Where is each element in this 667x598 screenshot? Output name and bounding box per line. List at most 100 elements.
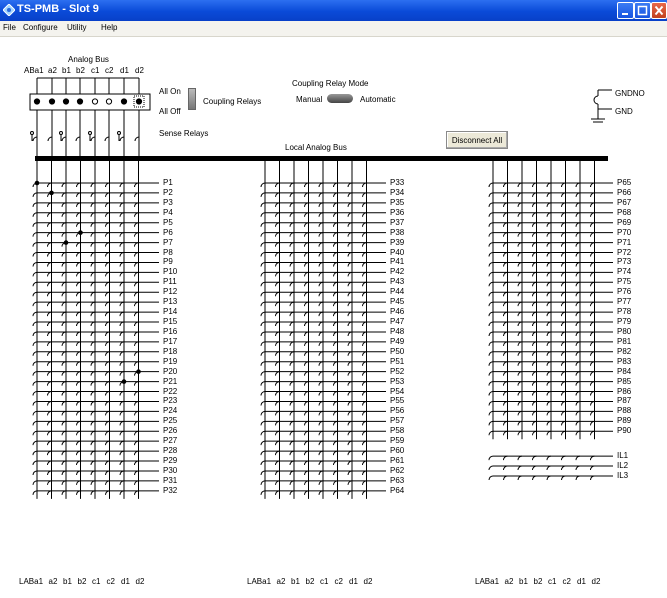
- disconnect-all-button[interactable]: Disconnect All: [446, 131, 508, 149]
- crosspoint-relay: [532, 271, 537, 277]
- menu-help[interactable]: Help: [101, 23, 117, 32]
- crosspoint-relay: [76, 351, 81, 356]
- crosspoint-relay: [517, 381, 523, 386]
- il-relay: [532, 455, 537, 461]
- pin-label: P34: [390, 187, 405, 197]
- crosspoint-relay: [61, 361, 67, 366]
- minimize-button[interactable]: [617, 2, 634, 19]
- crosspoint-relay: [76, 341, 81, 346]
- crosspoint-relay: [32, 430, 38, 436]
- crosspoint-relay: [362, 202, 367, 207]
- crosspoint-relay: [289, 490, 295, 495]
- crosspoint-relay: [76, 490, 81, 495]
- crosspoint-relay: [304, 430, 309, 436]
- coupling-relay[interactable]: [33, 98, 41, 105]
- crosspoint-relay: [532, 410, 537, 416]
- crosspoint-relay: [546, 281, 552, 287]
- crosspoint-relay: [561, 430, 566, 436]
- relay-mode-toggle[interactable]: [327, 94, 353, 103]
- crosspoint-relay: [488, 222, 494, 227]
- window-title: TS-PMB - Slot 9: [17, 3, 99, 15]
- il-relay: [517, 475, 523, 481]
- closed-relay-dot[interactable]: [121, 379, 127, 384]
- coupling-relay-box: [29, 93, 151, 111]
- crosspoint-relay: [119, 252, 125, 257]
- pin-label: P26: [163, 426, 178, 436]
- crosspoint-relay: [347, 212, 353, 217]
- il-relay: [503, 455, 508, 461]
- crosspoint-relay: [134, 271, 139, 277]
- crosspoint-relay: [76, 410, 81, 416]
- crosspoint-relay: [318, 341, 324, 346]
- coupling-relay[interactable]: [62, 98, 70, 105]
- closed-relay-dot[interactable]: [136, 369, 141, 374]
- coupling-toggle-switch[interactable]: [188, 88, 196, 110]
- crosspoint-relay: [304, 252, 309, 257]
- crosspoint-relay: [47, 291, 52, 297]
- crosspoint-relay: [318, 470, 324, 476]
- crosspoint-relay: [517, 271, 523, 277]
- close-button[interactable]: [651, 2, 667, 19]
- crosspoint-relay: [561, 271, 566, 277]
- crosspoint-relay: [546, 311, 552, 317]
- coupling-relay[interactable]: [48, 98, 56, 105]
- crosspoint-relay: [304, 331, 309, 337]
- menu-configure[interactable]: Configure: [23, 23, 58, 32]
- closed-relay-dot[interactable]: [63, 240, 69, 245]
- pin-label: P76: [617, 287, 632, 297]
- crosspoint-relay: [362, 470, 367, 476]
- crosspoint-relay: [333, 341, 338, 346]
- crosspoint-relay: [61, 410, 67, 416]
- pin-label: P37: [390, 217, 405, 227]
- crosspoint-relay: [333, 440, 338, 446]
- crosspoint-relay: [517, 341, 523, 346]
- crosspoint-relay: [347, 182, 353, 188]
- menu-file[interactable]: File: [3, 23, 16, 32]
- crosspoint-relay: [304, 291, 309, 297]
- coupling-relay[interactable]: [91, 98, 99, 105]
- pin-label: P46: [390, 307, 405, 317]
- pin-label: P22: [163, 386, 178, 396]
- coupling-relay[interactable]: [120, 98, 128, 105]
- crosspoint-relay: [134, 242, 139, 247]
- crosspoint-relay: [517, 331, 523, 337]
- crosspoint-relay: [76, 301, 81, 307]
- crosspoint-relay: [260, 212, 266, 217]
- crosspoint-relay: [503, 212, 508, 217]
- crosspoint-relay: [347, 430, 353, 436]
- crosspoint-relay: [260, 232, 266, 237]
- closed-relay-dot[interactable]: [49, 190, 54, 196]
- app-window: TS-PMB - Slot 9 File Configure Utility H…: [0, 0, 667, 598]
- crosspoint-relay: [289, 222, 295, 227]
- bottom-bus-label: d2: [363, 577, 373, 586]
- bottom-bus-label: LABa1: [475, 577, 500, 586]
- crosspoint-relay: [260, 410, 266, 416]
- crosspoint-relay: [105, 222, 110, 227]
- crosspoint-relay: [304, 321, 309, 327]
- crosspoint-relay: [517, 291, 523, 297]
- crosspoint-relay: [90, 281, 96, 287]
- crosspoint-relay: [90, 480, 96, 485]
- title-bar[interactable]: TS-PMB - Slot 9: [0, 0, 667, 21]
- menu-utility[interactable]: Utility: [67, 23, 87, 32]
- crosspoint-relay: [532, 341, 537, 346]
- crosspoint-relay: [90, 470, 96, 476]
- crosspoint-relay: [590, 252, 595, 257]
- closed-relay-dot[interactable]: [34, 180, 40, 186]
- crosspoint-relay: [32, 232, 38, 237]
- maximize-button[interactable]: [634, 2, 651, 19]
- crosspoint-relay: [275, 410, 280, 416]
- crosspoint-relay: [134, 291, 139, 297]
- crosspoint-relay: [304, 410, 309, 416]
- crosspoint-relay: [304, 381, 309, 386]
- crosspoint-relay: [105, 281, 110, 287]
- coupling-relay[interactable]: [76, 98, 84, 105]
- crosspoint-relay: [134, 430, 139, 436]
- pin-label: P72: [617, 247, 632, 257]
- coupling-relay[interactable]: [135, 98, 143, 105]
- coupling-relay[interactable]: [105, 98, 113, 105]
- pin-label: P38: [390, 227, 405, 237]
- closed-relay-dot[interactable]: [78, 230, 83, 235]
- crosspoint-relay: [289, 182, 295, 188]
- crosspoint-relay: [105, 450, 110, 456]
